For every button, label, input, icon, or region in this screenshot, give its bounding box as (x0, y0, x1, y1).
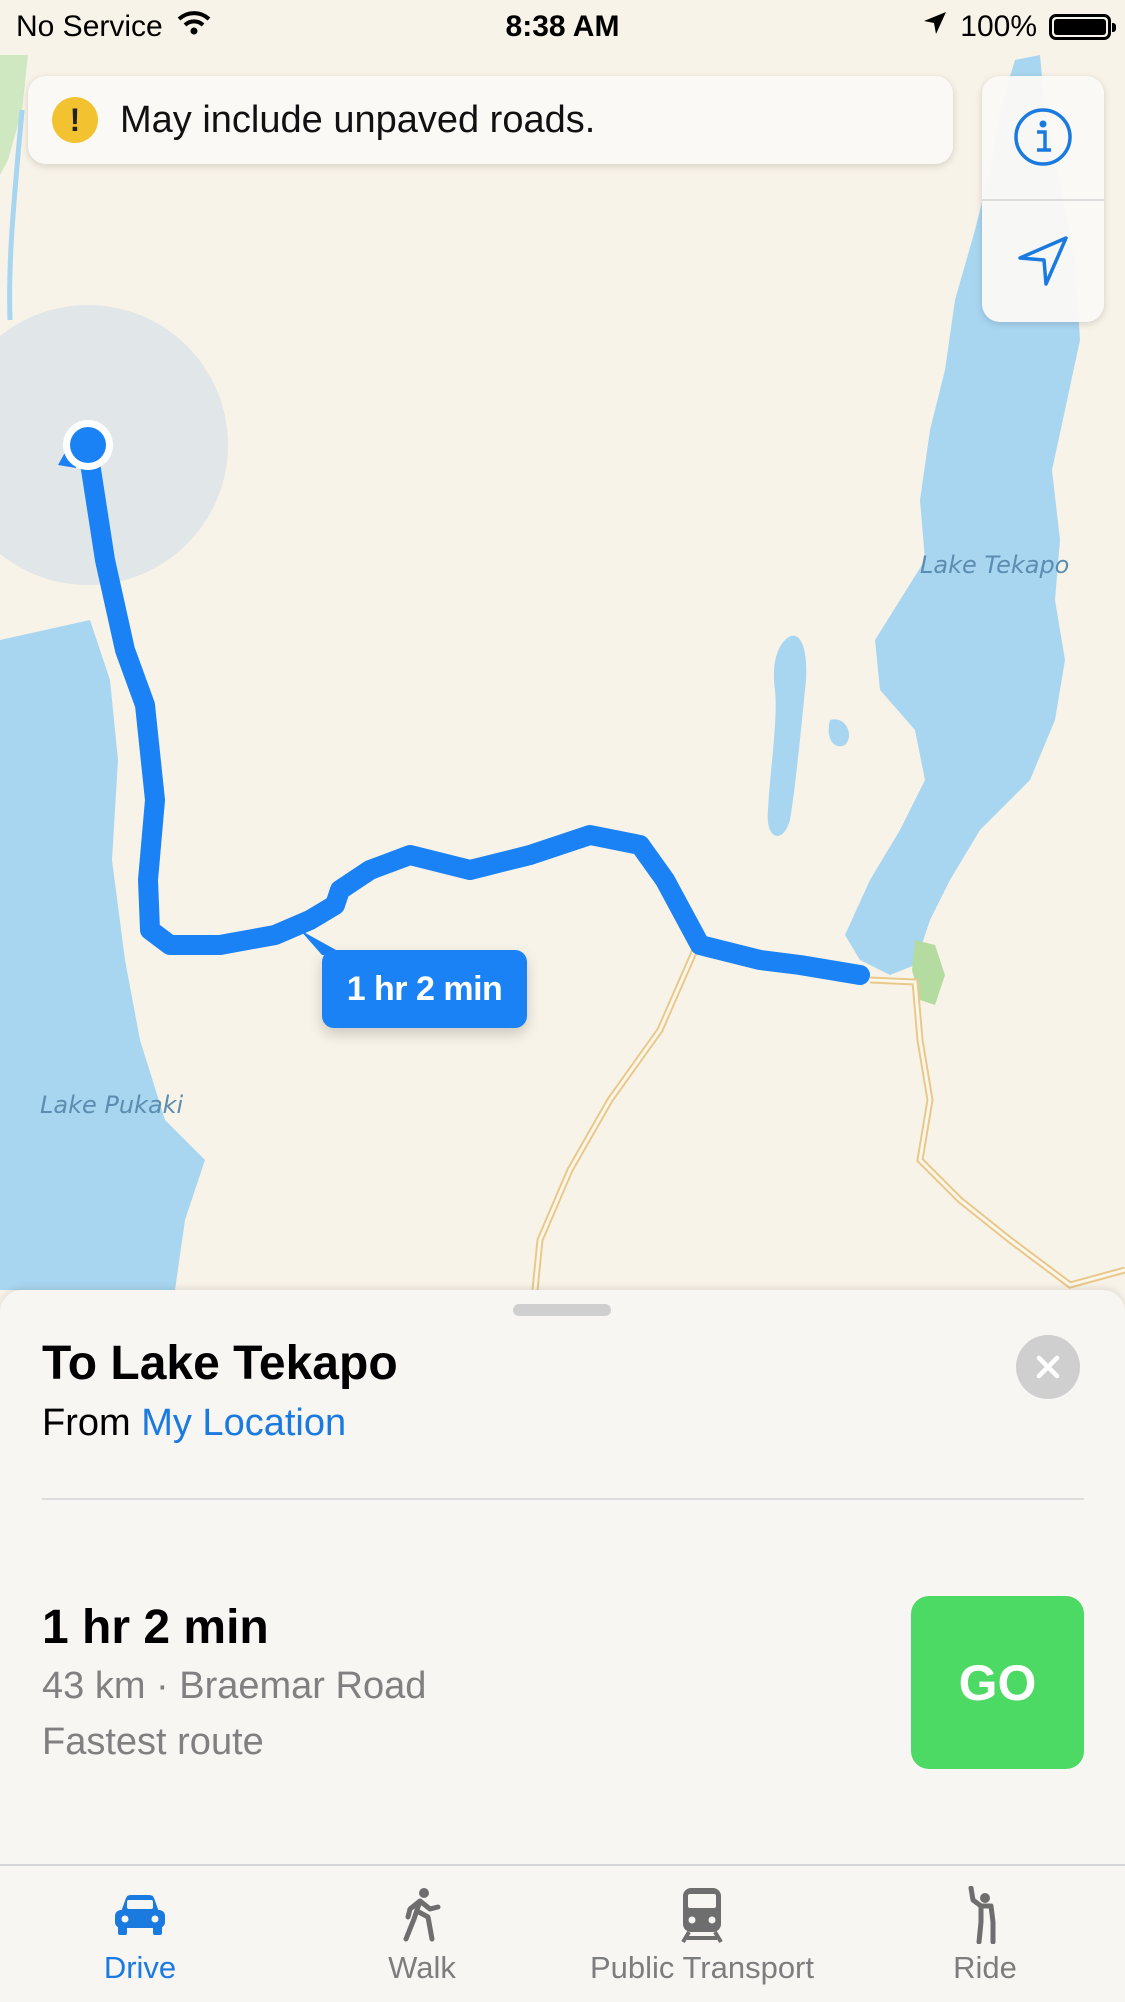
route-duration: 1 hr 2 min (42, 1601, 269, 1654)
go-button[interactable]: GO (911, 1596, 1084, 1769)
small-pond (828, 719, 850, 747)
track-location-button[interactable] (982, 200, 1104, 322)
from-prefix: From (42, 1402, 131, 1444)
route-note: Fastest route (42, 1721, 264, 1763)
road (531, 948, 699, 1290)
tab-drive[interactable]: Drive (40, 1866, 240, 2002)
lake-tekapo-label: Lake Tekapo (920, 551, 1070, 579)
exclamation-icon: ! (52, 97, 98, 143)
route-distance-road: 43 km · Braemar Road (42, 1665, 427, 1707)
origin-line: From My Location (42, 1402, 346, 1445)
location-arrow-icon (1018, 236, 1068, 286)
tab-label: Walk (388, 1950, 456, 1985)
small-lake (767, 635, 807, 837)
status-bar: No Service 8:38 AM 100% (0, 0, 1125, 56)
walk-icon (400, 1884, 444, 1946)
location-accuracy-circle (0, 305, 228, 585)
unpaved-roads-warning[interactable]: ! May include unpaved roads. (28, 76, 953, 164)
route-line (78, 440, 870, 985)
sheet-grabber[interactable] (513, 1304, 611, 1316)
card-divider (42, 1498, 1084, 1500)
lake-pukaki-label: Lake Pukaki (40, 1091, 184, 1119)
ride-icon (963, 1884, 1007, 1946)
tab-label: Drive (103, 1950, 177, 1985)
warning-text: May include unpaved roads. (120, 98, 596, 141)
close-button[interactable] (1016, 1335, 1080, 1399)
tab-label: Public Transport (590, 1950, 814, 1985)
origin-link[interactable]: My Location (141, 1402, 346, 1444)
battery-icon (1049, 14, 1116, 40)
tab-walk[interactable]: Walk (322, 1866, 522, 2002)
battery-percent: 100% (960, 10, 1037, 43)
close-icon (1036, 1355, 1060, 1379)
tab-label: Ride (953, 1950, 1017, 1985)
tab-ride[interactable]: Ride (885, 1866, 1085, 2002)
destination-title: To Lake Tekapo (42, 1337, 398, 1390)
map-controls (982, 76, 1104, 322)
car-icon (111, 1884, 169, 1946)
tab-public-transport[interactable]: Public Transport (552, 1866, 852, 2002)
location-dot (70, 427, 106, 463)
transport-mode-tabbar: Drive Walk Public Transport Ride (0, 1864, 1125, 2002)
info-button[interactable] (982, 76, 1104, 198)
eta-bubble[interactable]: 1 hr 2 min (322, 950, 527, 1028)
map-view[interactable]: Lake Tekapo Lake Pukaki 1 hr 2 min (0, 0, 1125, 1290)
route-card: To Lake Tekapo From My Location 1 hr 2 m… (0, 1290, 1125, 1866)
location-services-icon (922, 10, 948, 44)
info-icon (1014, 108, 1072, 166)
train-icon (679, 1884, 725, 1946)
road (869, 976, 1125, 1289)
